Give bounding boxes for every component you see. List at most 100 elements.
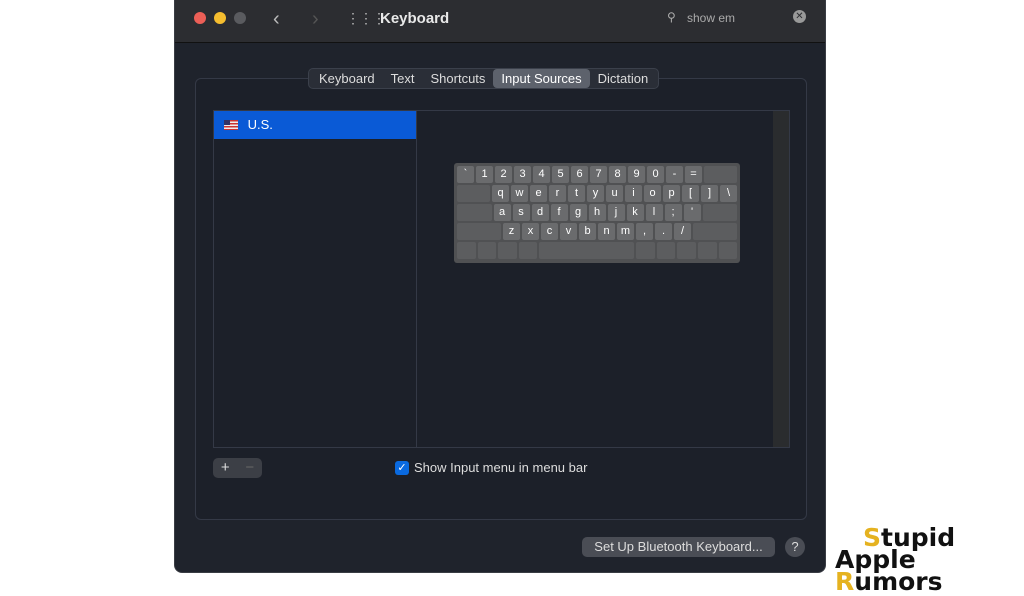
key: , bbox=[636, 223, 653, 240]
key bbox=[697, 242, 717, 259]
search-input[interactable]: show em bbox=[687, 11, 735, 25]
key bbox=[656, 242, 676, 259]
key: 3 bbox=[514, 166, 531, 183]
key: t bbox=[568, 185, 585, 202]
key: - bbox=[666, 166, 683, 183]
key: 9 bbox=[628, 166, 645, 183]
tab-bar: Keyboard Text Shortcuts Input Sources Di… bbox=[308, 68, 660, 89]
key: . bbox=[655, 223, 672, 240]
key bbox=[477, 242, 497, 259]
close-button[interactable] bbox=[194, 12, 206, 24]
tab-shortcuts[interactable]: Shortcuts bbox=[423, 69, 494, 88]
us-flag-icon bbox=[224, 120, 238, 130]
key bbox=[457, 185, 490, 202]
keyboard-row: z x c v b n m,. / bbox=[457, 223, 737, 240]
key bbox=[718, 242, 738, 259]
tab-input-sources[interactable]: Input Sources bbox=[493, 69, 590, 88]
key: 8 bbox=[609, 166, 626, 183]
key bbox=[702, 204, 737, 221]
key: n bbox=[598, 223, 615, 240]
key: u bbox=[606, 185, 623, 202]
key: ] bbox=[701, 185, 718, 202]
clear-search-icon[interactable]: ✕ bbox=[793, 10, 806, 23]
input-sources-list: U.S. bbox=[213, 110, 417, 448]
key: o bbox=[644, 185, 661, 202]
key bbox=[539, 242, 635, 259]
key bbox=[704, 166, 737, 183]
key: k bbox=[626, 204, 644, 221]
tab-text[interactable]: Text bbox=[383, 69, 423, 88]
key: 0 bbox=[647, 166, 664, 183]
key: r bbox=[549, 185, 566, 202]
key: 7 bbox=[590, 166, 607, 183]
key: [ bbox=[682, 185, 699, 202]
keyboard-row bbox=[457, 242, 738, 259]
key: = bbox=[685, 166, 702, 183]
key bbox=[636, 242, 655, 259]
key: \ bbox=[720, 185, 737, 202]
key: ` bbox=[457, 166, 474, 183]
search-field[interactable]: ⚲ show em ✕ bbox=[662, 6, 812, 30]
watermark-logo: Stupid Apple Rumors bbox=[835, 523, 956, 596]
tab-dictation[interactable]: Dictation bbox=[590, 69, 657, 88]
scrollbar[interactable] bbox=[773, 111, 789, 447]
key: m bbox=[617, 223, 634, 240]
zoom-button[interactable] bbox=[234, 12, 246, 24]
list-item[interactable]: U.S. bbox=[214, 111, 416, 139]
key: s bbox=[512, 204, 530, 221]
minimize-button[interactable] bbox=[214, 12, 226, 24]
keyboard-row: ` 1 2 3 4 5 6 7 8 9 0- = bbox=[457, 166, 737, 183]
key: ' bbox=[683, 204, 701, 221]
key bbox=[457, 223, 501, 240]
key: b bbox=[579, 223, 596, 240]
key: h bbox=[588, 204, 606, 221]
key bbox=[457, 242, 476, 259]
key bbox=[677, 242, 696, 259]
show-input-menu-label: Show Input menu in menu bar bbox=[414, 460, 588, 475]
key: f bbox=[550, 204, 568, 221]
remove-source-button[interactable]: − bbox=[238, 458, 263, 478]
title-bar: ‹ › ⋮⋮⋮ Keyboard ⚲ show em ✕ bbox=[175, 0, 825, 43]
key: g bbox=[569, 204, 587, 221]
key: v bbox=[560, 223, 577, 240]
key bbox=[457, 204, 492, 221]
key: z bbox=[503, 223, 520, 240]
preferences-window: ‹ › ⋮⋮⋮ Keyboard ⚲ show em ✕ Keyboard Te… bbox=[174, 0, 826, 573]
keyboard-row: a s d f g h j k l; ' bbox=[457, 204, 737, 221]
show-input-menu-option: ✓ Show Input menu in menu bar bbox=[395, 460, 587, 475]
key: d bbox=[531, 204, 549, 221]
forward-icon[interactable]: › bbox=[312, 8, 319, 31]
key bbox=[518, 242, 538, 259]
show-input-menu-checkbox[interactable]: ✓ bbox=[395, 460, 409, 475]
window-title: Keyboard bbox=[380, 10, 450, 27]
key: p bbox=[663, 185, 680, 202]
key: c bbox=[541, 223, 558, 240]
source-label: U.S. bbox=[247, 117, 273, 132]
key bbox=[498, 242, 517, 259]
key: 1 bbox=[476, 166, 493, 183]
key: j bbox=[607, 204, 625, 221]
help-button[interactable]: ? bbox=[785, 537, 805, 557]
bluetooth-keyboard-button[interactable]: Set Up Bluetooth Keyboard... bbox=[582, 537, 775, 557]
key: y bbox=[587, 185, 604, 202]
keyboard-row: q w e r t y u i o p[] \ bbox=[457, 185, 737, 202]
key: 5 bbox=[552, 166, 569, 183]
keyboard-preview-pane: ` 1 2 3 4 5 6 7 8 9 0- = q w e r t y u i o p[] \ a s d f g h j k l; ' z x c… bbox=[416, 110, 790, 448]
key: 6 bbox=[571, 166, 588, 183]
key: ; bbox=[664, 204, 682, 221]
add-source-button[interactable]: + bbox=[213, 458, 238, 478]
key: / bbox=[674, 223, 691, 240]
key: q bbox=[492, 185, 509, 202]
key: x bbox=[522, 223, 539, 240]
key: 4 bbox=[533, 166, 550, 183]
key: 2 bbox=[495, 166, 512, 183]
keyboard-layout-preview: ` 1 2 3 4 5 6 7 8 9 0- = q w e r t y u i o p[] \ a s d f g h j k l; ' z x c… bbox=[454, 163, 740, 263]
key: a bbox=[493, 204, 511, 221]
search-icon: ⚲ bbox=[667, 10, 676, 24]
list-controls: + − bbox=[213, 458, 262, 478]
key: e bbox=[530, 185, 547, 202]
key: i bbox=[625, 185, 642, 202]
back-icon[interactable]: ‹ bbox=[273, 8, 280, 31]
tab-keyboard[interactable]: Keyboard bbox=[311, 69, 383, 88]
key: l bbox=[645, 204, 663, 221]
